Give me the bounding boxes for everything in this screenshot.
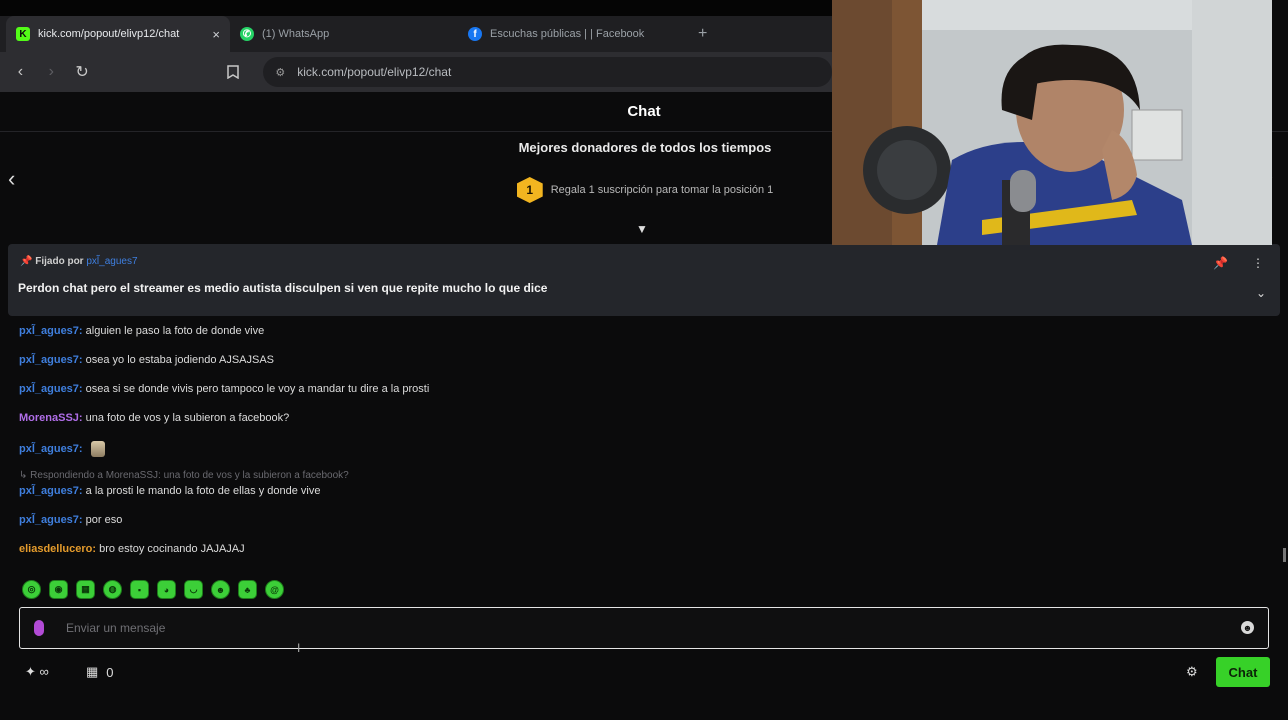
chat-message: pxl̃_agues7: osea si se donde vivis pero… <box>19 383 429 395</box>
text-cursor-icon: I <box>297 641 301 655</box>
microphone-icon[interactable] <box>34 620 44 636</box>
chat-username[interactable]: pxl̃_agues7: <box>19 514 83 526</box>
chat-username[interactable]: eliasdellucero: <box>19 543 96 555</box>
chat-message: eliasdellucero: bro estoy cocinando JAJA… <box>19 543 245 555</box>
chat-message-text: osea yo lo estaba jodiendo AJSAJSAS <box>82 354 274 366</box>
chat-username[interactable]: pxl̃_agues7: <box>19 354 83 366</box>
gift-indicator[interactable]: ▦ 0 <box>86 664 114 680</box>
browser-toolbar: ‹ › ↻ ⚙ kick.com/popout/elivp12/chat <box>0 52 832 92</box>
chat-message-text: bro estoy cocinando JAJAJAJ <box>96 543 245 555</box>
reply-reference[interactable]: ↳ Respondiendo a MorenaSSJ: una foto de … <box>19 470 349 481</box>
chat-username[interactable]: pxl̃_agues7: <box>19 485 83 497</box>
points-icon: ✦ <box>25 664 36 679</box>
reload-icon[interactable]: ↻ <box>72 61 93 83</box>
chat-message-text: alguien le paso la foto de donde vive <box>82 325 265 337</box>
chat-message: pxl̃_agues7: por eso <box>19 514 122 526</box>
pinned-message: 📌 Fijado por pxl̃_agues7 Perdon chat per… <box>8 244 1280 316</box>
back-arrow-icon[interactable]: ‹ <box>10 61 31 83</box>
chat-username[interactable]: pxl̃_agues7: <box>19 443 83 455</box>
tab-whatsapp[interactable]: ✆ (1) WhatsApp <box>230 16 458 52</box>
chat-message: pxl̃_agues7: a la prosti le mando la fot… <box>19 485 320 497</box>
pin-icon[interactable]: 📌 <box>1213 256 1228 270</box>
more-options-icon[interactable]: ⋮ <box>1252 256 1264 270</box>
emote-swirl-icon[interactable]: @ <box>265 580 284 599</box>
emote-ball-icon[interactable]: ◍ <box>103 580 122 599</box>
tab-kick-chat[interactable]: K kick.com/popout/elivp12/chat × <box>6 16 230 52</box>
emoji-picker-icon[interactable]: ☻ <box>1241 621 1254 634</box>
whatsapp-icon: ✆ <box>240 27 254 41</box>
chevron-left-icon[interactable]: ‹ <box>8 166 15 192</box>
url-text: kick.com/popout/elivp12/chat <box>297 65 452 79</box>
chat-message-text: osea si se donde vivis pero tampoco le v… <box>82 383 430 395</box>
tab-label: (1) WhatsApp <box>262 28 330 40</box>
emote-leaf-icon[interactable]: ♣ <box>238 580 257 599</box>
chat-username[interactable]: pxl̃_agues7: <box>19 383 83 395</box>
gift-count: 0 <box>106 664 114 680</box>
chevron-down-icon[interactable]: ⌄ <box>1256 286 1266 300</box>
pinned-by-user[interactable]: pxl̃_agues7 <box>86 256 137 267</box>
pin-small-icon: 📌 <box>20 256 33 267</box>
emote-image <box>90 441 105 457</box>
chat-message-text: a la prosti le mando la foto de ellas y … <box>82 485 321 497</box>
gift-icon: ▦ <box>86 664 99 679</box>
chat-username[interactable]: MorenaSSJ: <box>19 412 83 424</box>
bookmark-icon[interactable] <box>222 61 243 83</box>
pinned-message-text: Perdon chat pero el streamer es medio au… <box>18 281 548 295</box>
window-top-strip <box>0 0 832 16</box>
chat-message-input[interactable] <box>66 621 1166 635</box>
tab-facebook[interactable]: f Escuchas públicas | | Facebook <box>458 16 686 52</box>
emote-face-icon[interactable]: ◕ <box>157 580 176 599</box>
screen: K kick.com/popout/elivp12/chat × ✆ (1) W… <box>0 0 1288 720</box>
emote-pic-icon[interactable]: ▦ <box>76 580 95 599</box>
top-donor-row: 1 Regala 1 suscripción para tomar la pos… <box>460 177 830 203</box>
facebook-icon: f <box>468 27 482 41</box>
browser-tab-bar: K kick.com/popout/elivp12/chat × ✆ (1) W… <box>0 16 832 52</box>
kick-icon: K <box>16 27 30 41</box>
pinned-by-label: Fijado por <box>35 256 84 267</box>
send-chat-button[interactable]: Chat <box>1216 657 1270 687</box>
address-bar[interactable]: ⚙ kick.com/popout/elivp12/chat <box>263 57 832 87</box>
points-value: ∞ <box>39 664 49 679</box>
new-tab-button[interactable]: + <box>686 25 719 43</box>
chat-username[interactable]: pxl̃_agues7: <box>19 325 83 337</box>
top-donors-title: Mejores donadores de todos los tiempos <box>518 140 772 155</box>
tab-label: Escuchas públicas | | Facebook <box>490 28 645 40</box>
gear-icon[interactable]: ⚙ <box>1186 664 1198 680</box>
scrollbar-thumb[interactable] <box>1283 548 1286 562</box>
emote-blob-icon[interactable]: ▪ <box>130 580 149 599</box>
webcam-image <box>832 0 1272 245</box>
emote-globe-icon[interactable]: ◎ <box>22 580 41 599</box>
webcam-overlay <box>832 0 1272 245</box>
tab-label: kick.com/popout/elivp12/chat <box>38 28 180 40</box>
chat-message: pxl̃_agues7: osea yo lo estaba jodiendo … <box>19 354 274 366</box>
points-indicator[interactable]: ✦ ∞ <box>25 664 49 680</box>
emote-grin-icon[interactable]: ◡ <box>184 580 203 599</box>
emote-frog-icon[interactable]: ◉ <box>49 580 68 599</box>
top-donor-text: Regala 1 suscripción para tomar la posic… <box>550 184 774 196</box>
chat-title: Chat <box>627 103 661 120</box>
chat-input-box[interactable]: ☻ <box>19 607 1269 649</box>
pinned-by: 📌 Fijado por pxl̃_agues7 <box>20 256 138 267</box>
expand-icon[interactable]: ▼ <box>636 222 648 236</box>
chat-footer: ✦ ∞ ▦ 0 ⚙ Chat <box>0 656 1288 688</box>
chat-message: pxl̃_agues7: alguien le paso la foto de … <box>19 325 264 337</box>
rank-badge: 1 <box>516 177 543 203</box>
chat-message: pxl̃_agues7: <box>19 441 105 457</box>
close-tab-icon[interactable]: × <box>212 27 220 42</box>
chat-message-text: por eso <box>82 514 123 526</box>
chat-message-text: una foto de vos y la subieron a facebook… <box>82 412 290 424</box>
forward-arrow-icon[interactable]: › <box>41 61 62 83</box>
emote-skull-icon[interactable]: ☻ <box>211 580 230 599</box>
chat-message: MorenaSSJ: una foto de vos y la subieron… <box>19 412 289 424</box>
quick-emotes-bar: ◎ ◉ ▦ ◍ ▪ ◕ ◡ ☻ ♣ @ <box>22 580 284 599</box>
site-info-icon[interactable]: ⚙ <box>275 66 285 79</box>
top-donors-panel: Mejores donadores de todos los tiempos 1… <box>460 140 830 203</box>
